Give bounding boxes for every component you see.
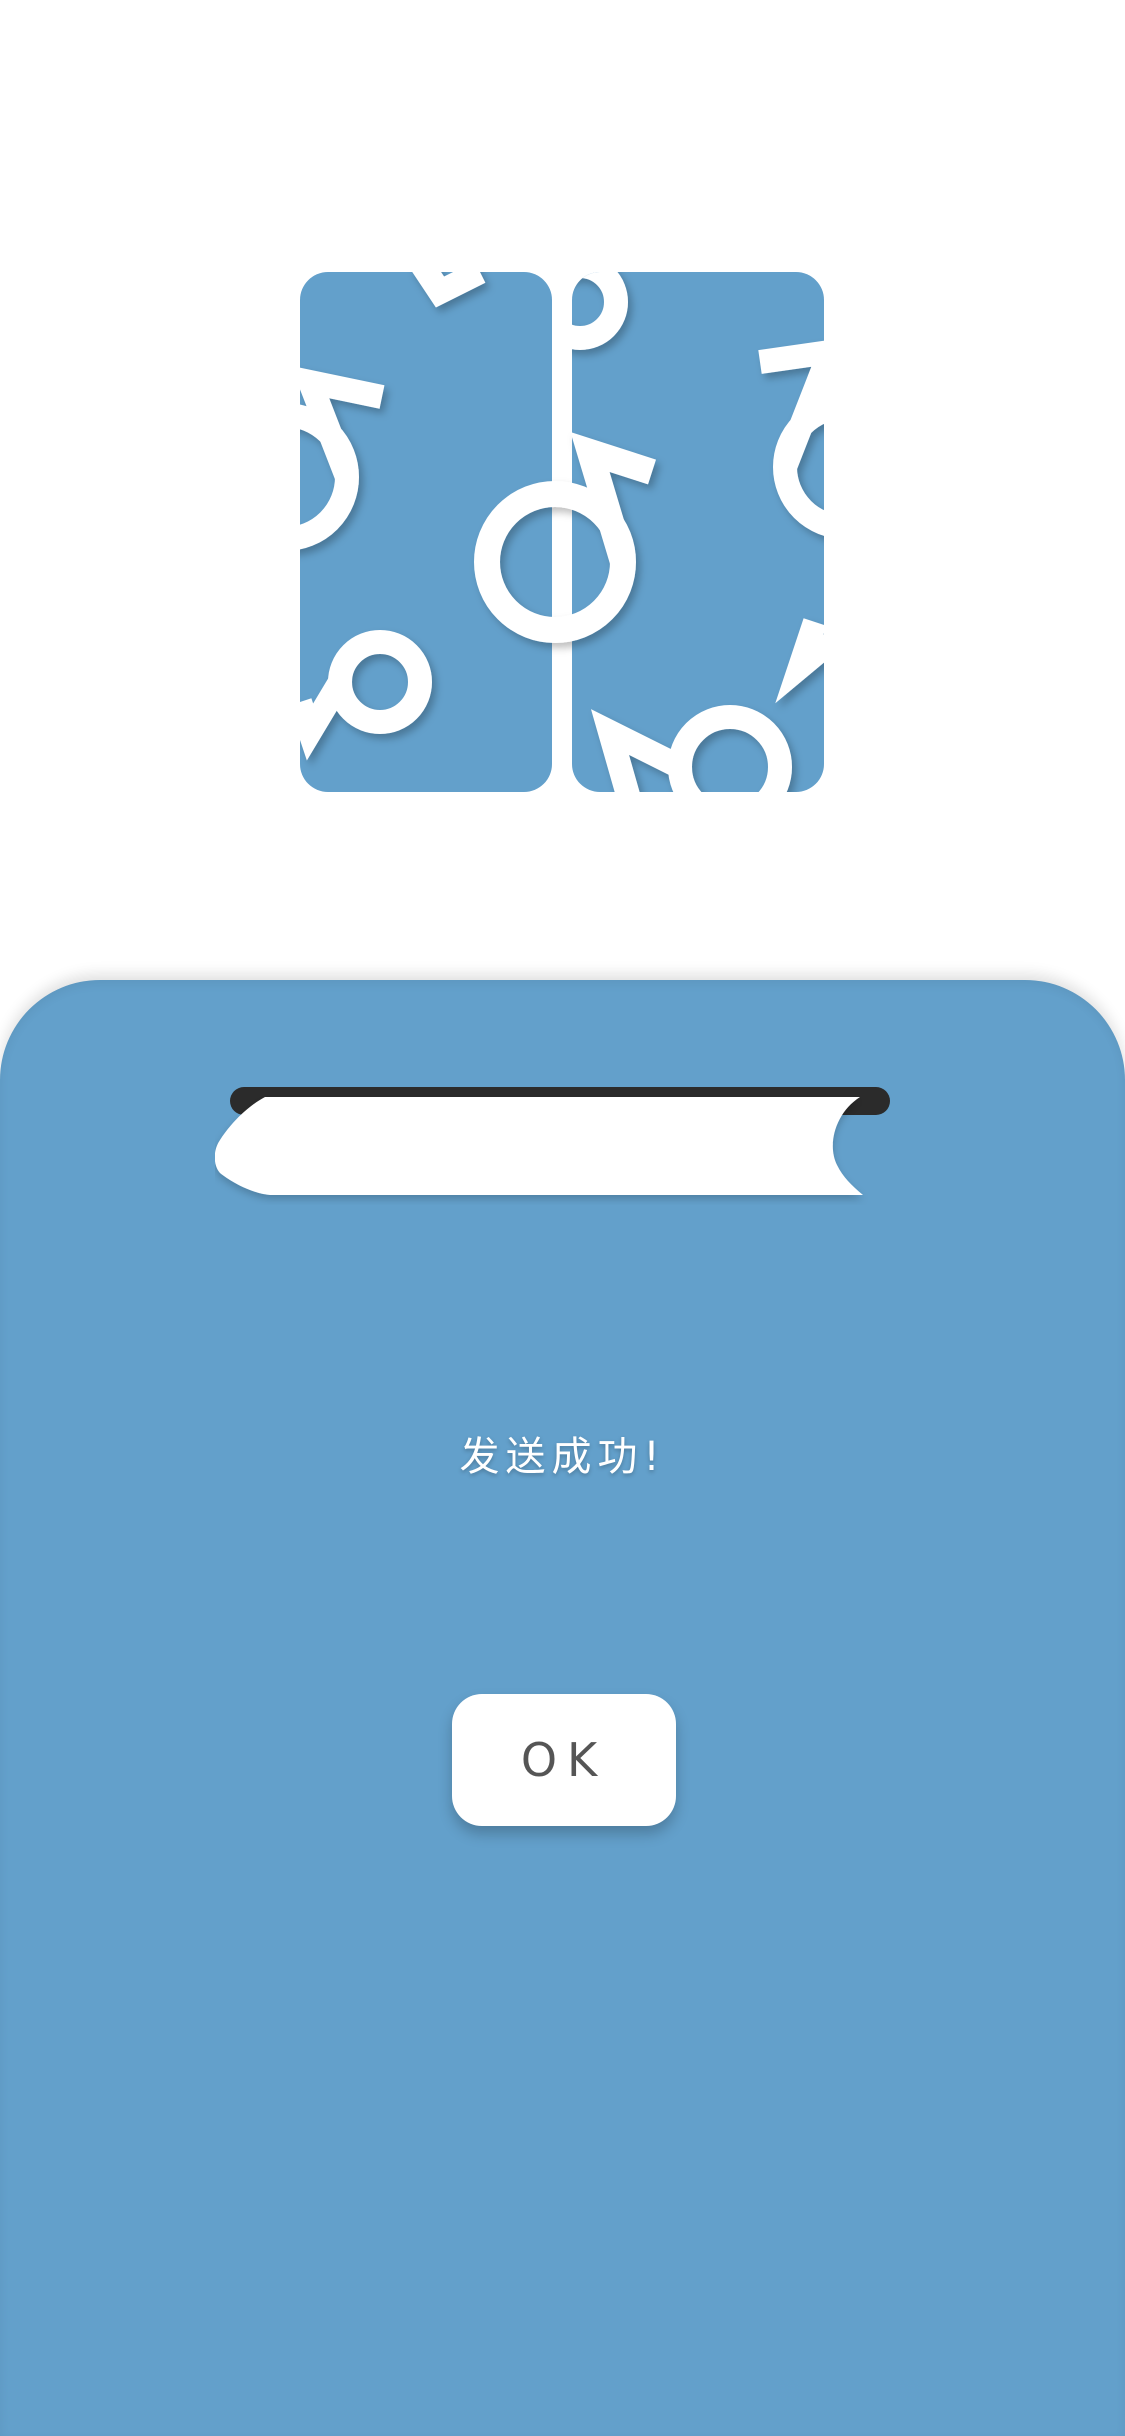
success-message: 发送成功! [459,1434,666,1480]
mail-slot-illustration [215,1085,905,1205]
music-notes-logo-icon [300,272,824,792]
ok-button[interactable]: OK [452,1694,676,1826]
app-logo [290,262,850,802]
paper-slot-icon [215,1087,890,1195]
